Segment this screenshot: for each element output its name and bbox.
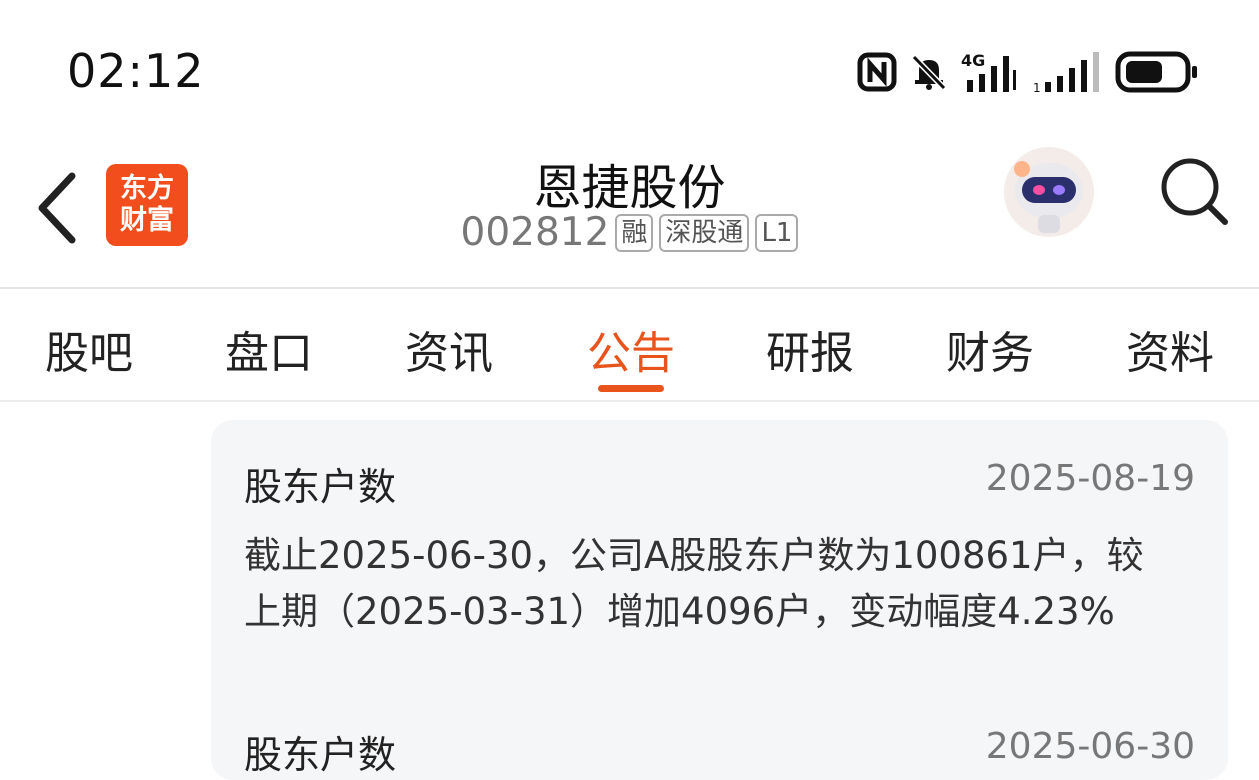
4g-signal-icon: 4G <box>961 51 1016 92</box>
robot-assistant-icon[interactable] <box>1002 145 1096 239</box>
announcement-body: 截止2025-06-30，公司A股股东户数为100861户，较上期（2025-0… <box>244 534 1144 633</box>
stock-header: 东方 财富 恩捷股份 002812 融 深股通 L1 <box>0 140 1259 287</box>
tag-shenzhen-connect: 深股通 <box>659 213 750 252</box>
status-bar: 02:12 4G 1 <box>0 0 1259 140</box>
tab-finance[interactable]: 财务 <box>930 317 1050 381</box>
tab-guba[interactable]: 股吧 <box>29 317 149 381</box>
status-time: 02:12 <box>67 44 205 98</box>
announcement-date: 2025-06-30 <box>985 726 1195 767</box>
tab-research[interactable]: 研报 <box>750 317 870 381</box>
search-icon[interactable] <box>1158 155 1230 227</box>
active-tab-indicator <box>598 385 664 392</box>
tab-bar: 股吧 盘口 资讯 公告 研报 财务 资料 <box>0 289 1259 400</box>
bell-muted-icon <box>911 54 947 91</box>
tag-level: L1 <box>755 213 799 252</box>
svg-text:1: 1 <box>1033 81 1041 94</box>
battery-icon <box>1115 51 1197 93</box>
tabs-divider <box>0 400 1259 402</box>
tag-margin: 融 <box>615 213 654 252</box>
svg-text:4G: 4G <box>961 51 985 70</box>
announcement-title: 股东户数 <box>244 733 397 777</box>
tab-pankou[interactable]: 盘口 <box>209 317 329 381</box>
nfc-icon <box>857 52 897 92</box>
status-icons: 4G 1 <box>857 48 1199 96</box>
stock-code: 002812 <box>460 210 610 255</box>
tab-profile[interactable]: 资料 <box>1110 317 1230 381</box>
announcement-title: 股东户数 <box>244 465 397 509</box>
announcement-date: 2025-08-19 <box>985 458 1195 499</box>
tab-announcements[interactable]: 公告 <box>571 317 691 381</box>
tab-news[interactable]: 资讯 <box>389 317 509 381</box>
announcement-card[interactable]: 股东户数 2025-08-19 截止2025-06-30，公司A股股东户数为10… <box>211 420 1228 780</box>
signal-icon: 1 <box>1033 52 1099 94</box>
